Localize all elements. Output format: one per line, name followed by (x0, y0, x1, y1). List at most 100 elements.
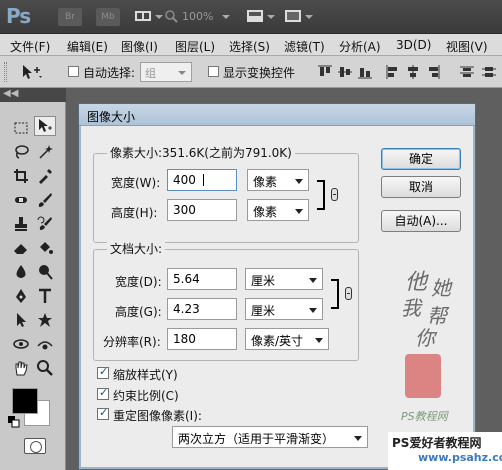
pixel-width-input[interactable]: 400 (167, 169, 237, 191)
pixel-height-input[interactable]: 300 (167, 199, 237, 221)
handwriting-char: 她 (431, 276, 451, 300)
marquee-tool[interactable] (10, 118, 32, 138)
hand-tool[interactable] (10, 358, 32, 378)
eyedropper-tool[interactable] (34, 166, 56, 186)
3d-orbit-tool[interactable] (34, 334, 56, 354)
align-right-icon[interactable] (426, 65, 440, 79)
doc-width-input[interactable]: 5.64 (167, 268, 237, 290)
healing-brush-tool[interactable] (10, 190, 32, 210)
align-top-icon[interactable] (318, 65, 332, 79)
collapse-icon[interactable]: ◀◀ (3, 88, 18, 99)
align-hcenter-icon[interactable] (406, 65, 420, 79)
doc-height-unit: 厘米 (251, 304, 276, 318)
custom-shape-tool[interactable] (34, 310, 56, 330)
menu-analysis[interactable]: 分析(A) (339, 38, 381, 55)
pen-icon (16, 289, 26, 303)
auto-select-checkbox[interactable] (68, 66, 79, 77)
type-icon (39, 288, 51, 303)
handwriting-char: 你 (415, 326, 435, 350)
lasso-icon (15, 145, 29, 159)
menu-layer[interactable]: 图层(L) (175, 38, 215, 55)
lasso-tool[interactable] (10, 142, 32, 162)
quick-selection-tool[interactable] (34, 142, 56, 162)
pen-tool[interactable] (10, 286, 32, 306)
3d-rotate-tool[interactable] (10, 334, 32, 354)
eyedropper-icon (39, 169, 52, 184)
constrain-proportions-checkbox[interactable] (97, 386, 109, 400)
move-tool[interactable] (34, 116, 56, 136)
menu-3d[interactable]: 3D(D) (396, 38, 431, 52)
auto-resolution-button[interactable]: 自动(A)... (381, 210, 461, 232)
zoom-level[interactable]: 100% (182, 10, 213, 23)
clone-stamp-tool[interactable] (10, 214, 32, 234)
pixel-width-value: 400 (173, 173, 196, 187)
auto-select-dropdown[interactable]: 组 (140, 62, 192, 82)
chevron-down-icon (222, 15, 230, 19)
blur-tool[interactable] (10, 262, 32, 282)
pixel-height-value: 300 (173, 203, 196, 217)
quick-mask-button[interactable] (24, 438, 46, 454)
resolution-input[interactable]: 180 (167, 328, 237, 350)
show-transform-checkbox[interactable] (208, 66, 219, 77)
doc-height-label: 高度(G): (115, 305, 162, 319)
resample-image-label: 重定图像像素(I): (113, 409, 202, 423)
resolution-unit-select[interactable]: 像素/英寸 (245, 328, 329, 350)
launch-bridge-button[interactable]: Br (58, 8, 82, 26)
options-bar-grip[interactable] (4, 62, 7, 82)
chevron-down-icon (309, 308, 317, 313)
resample-image-checkbox[interactable] (97, 406, 109, 420)
distribute-top-icon[interactable] (460, 65, 474, 79)
doc-height-input[interactable]: 4.23 (167, 298, 237, 320)
menu-select[interactable]: 选择(S) (229, 38, 270, 55)
text-cursor-icon (203, 174, 209, 186)
history-brush-tool[interactable] (34, 214, 56, 234)
doc-width-unit-select[interactable]: 厘米 (245, 268, 323, 290)
zoom-tool[interactable] (34, 358, 56, 378)
menu-file[interactable]: 文件(F) (10, 38, 50, 55)
stamp-icon (15, 217, 27, 231)
scale-styles-checkbox[interactable] (97, 365, 109, 379)
menu-image[interactable]: 图像(I) (121, 38, 158, 55)
auto-select-label: 自动选择: (83, 66, 136, 80)
align-vcenter-icon[interactable] (338, 65, 352, 79)
type-tool[interactable] (34, 286, 56, 306)
eraser-tool[interactable] (10, 238, 32, 258)
menu-view[interactable]: 视图(V) (446, 38, 488, 55)
resolution-unit: 像素/英寸 (251, 334, 304, 348)
brush-tool[interactable] (34, 190, 56, 210)
dialog-titlebar[interactable]: 图像大小 (79, 104, 475, 126)
foreground-color-swatch[interactable] (12, 388, 38, 414)
align-left-icon[interactable] (386, 65, 400, 79)
screen-mode-icon[interactable] (284, 9, 302, 23)
pixel-width-unit-select[interactable]: 像素 (247, 169, 309, 191)
doc-height-unit-select[interactable]: 厘米 (245, 298, 323, 320)
cancel-button[interactable]: 取消 (381, 176, 461, 198)
bandage-icon (15, 197, 27, 203)
crop-tool[interactable] (10, 166, 32, 186)
tools-panel: ◀◀ (0, 88, 66, 470)
zoom-icon[interactable] (163, 9, 181, 23)
paint-bucket-tool[interactable] (34, 238, 56, 258)
link-icon (345, 287, 352, 300)
dodge-tool[interactable] (34, 262, 56, 282)
align-bottom-icon[interactable] (358, 65, 372, 79)
resample-method-select[interactable]: 两次立方（适用于平滑渐变） (172, 426, 368, 448)
menu-edit[interactable]: 编辑(E) (67, 38, 108, 55)
launch-minibridge-button[interactable]: Mb (96, 8, 120, 26)
menu-filter[interactable]: 滤镜(T) (284, 38, 325, 55)
pixel-width-unit: 像素 (253, 175, 278, 189)
pixel-height-unit-select[interactable]: 像素 (247, 199, 309, 221)
handwriting-char: 我 (401, 296, 421, 320)
watermark-title: PS爱好者教程网 (392, 436, 482, 450)
pixel-height-unit: 像素 (253, 205, 278, 219)
path-selection-tool[interactable] (10, 310, 32, 330)
ok-button[interactable]: 确定 (381, 148, 461, 170)
distribute-vcenter-icon[interactable] (482, 65, 496, 79)
film-strip-icon[interactable] (134, 9, 152, 23)
dialog-title: 图像大小 (87, 110, 136, 124)
move-tool-preset-icon[interactable] (20, 64, 44, 80)
tools-panel-header[interactable]: ◀◀ (0, 88, 66, 102)
default-colors-icon[interactable] (8, 416, 20, 428)
seal-caption: PS教程网 (401, 410, 448, 423)
arrange-documents-icon[interactable] (246, 9, 264, 23)
